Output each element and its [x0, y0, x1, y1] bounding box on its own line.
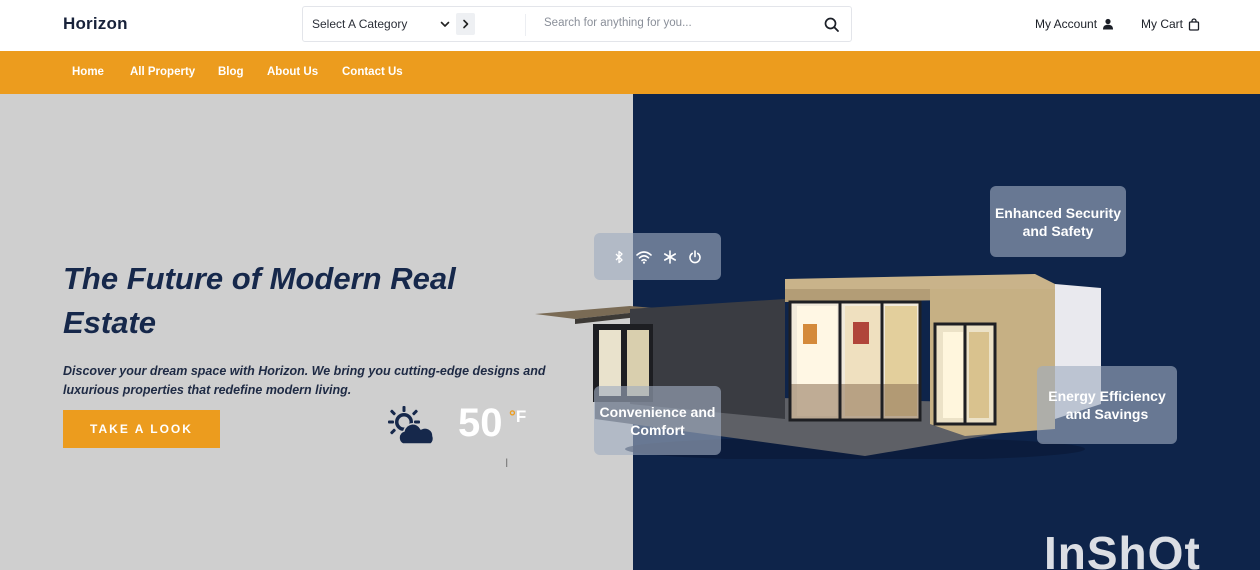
chevron-right-icon: [463, 19, 469, 29]
search-bar: Select A Category Search for anything fo…: [302, 6, 852, 42]
category-next-button[interactable]: [456, 13, 475, 35]
temperature-unit-letter: F: [515, 407, 527, 426]
search-icon[interactable]: [823, 16, 841, 34]
hero-subtext: Discover your dream space with Horizon. …: [63, 364, 546, 397]
search-divider: [525, 14, 526, 36]
degree-symbol: °: [509, 407, 516, 426]
sun-cloud-icon: [388, 406, 435, 445]
nav-about-us[interactable]: About Us: [267, 66, 318, 78]
feature-comfort-card: Convenience and Comfort: [594, 386, 721, 455]
chevron-down-icon[interactable]: [439, 18, 451, 30]
text-cursor-icon: I: [505, 456, 509, 470]
bluetooth-icon[interactable]: [613, 250, 625, 264]
nav-blog[interactable]: Blog: [218, 66, 244, 78]
hero-section: The Future of Modern Real Estate Discove…: [0, 94, 1260, 570]
top-header: Horizon Select A Category Search for any…: [0, 0, 1260, 51]
smart-controls-panel: [594, 233, 721, 280]
nav-contact-us[interactable]: Contact Us: [342, 66, 403, 78]
wifi-icon[interactable]: [636, 250, 652, 264]
shopping-bag-icon: [1188, 17, 1200, 31]
feature-security-card: Enhanced Security and Safety: [990, 186, 1126, 257]
temperature-unit: °F: [509, 407, 526, 427]
feature-energy-card: Energy Efficiency and Savings: [1037, 366, 1177, 444]
my-account-label: My Account: [1035, 17, 1098, 31]
snowflake-icon[interactable]: [663, 249, 677, 264]
category-select[interactable]: Select A Category: [312, 17, 407, 31]
power-icon[interactable]: [688, 249, 702, 264]
site-logo[interactable]: Horizon: [63, 14, 128, 34]
nav-home[interactable]: Home: [72, 66, 104, 78]
main-nav: Home All Property Blog About Us Contact …: [0, 51, 1260, 94]
temperature-value: 50: [458, 401, 503, 445]
my-cart-label: My Cart: [1141, 17, 1183, 31]
my-account-link[interactable]: My Account: [1035, 17, 1114, 31]
take-a-look-button[interactable]: TAKE A LOOK: [63, 410, 220, 448]
search-input[interactable]: Search for anything for you...: [544, 17, 692, 29]
user-icon: [1103, 18, 1114, 30]
hero-headline: The Future of Modern Real Estate: [63, 261, 456, 340]
my-cart-link[interactable]: My Cart: [1141, 17, 1200, 31]
nav-all-property[interactable]: All Property: [130, 66, 195, 78]
inshot-watermark: InShOt: [1044, 527, 1201, 570]
